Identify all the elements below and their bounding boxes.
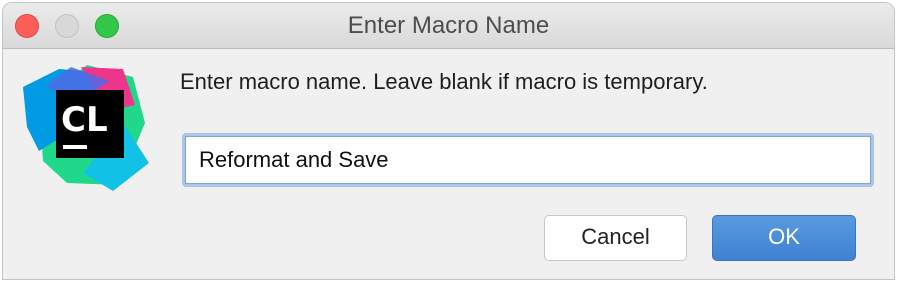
dialog-content: CL Enter macro name. Leave blank if macr… [3, 49, 894, 279]
dialog-window: Enter Macro Name CL Enter macro name. Le… [2, 2, 895, 280]
macro-name-field-wrapper [182, 133, 874, 187]
macro-name-input[interactable] [185, 136, 871, 184]
logo-text: CL [61, 100, 108, 140]
clion-logo-icon: CL [23, 65, 151, 193]
window-title: Enter Macro Name [347, 12, 550, 39]
title-bar[interactable]: Enter Macro Name [3, 3, 894, 49]
cancel-button[interactable]: Cancel [544, 215, 687, 261]
ok-button[interactable]: OK [712, 215, 856, 261]
prompt-message: Enter macro name. Leave blank if macro i… [180, 69, 708, 94]
